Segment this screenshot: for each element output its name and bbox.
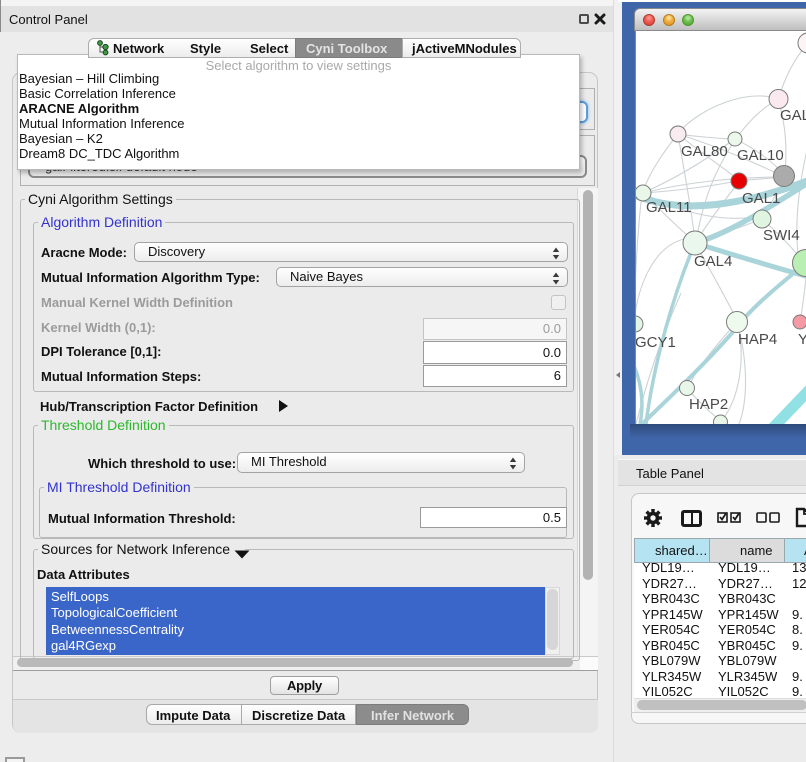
svg-text:GAL2: GAL2 bbox=[780, 107, 806, 124]
svg-text:GAL1: GAL1 bbox=[742, 190, 780, 207]
svg-text:GAL10: GAL10 bbox=[737, 147, 784, 164]
svg-text:HAP2: HAP2 bbox=[689, 396, 728, 413]
svg-text:GAL4: GAL4 bbox=[694, 253, 732, 270]
svg-text:GAL11: GAL11 bbox=[646, 199, 692, 216]
svg-text:GAL80: GAL80 bbox=[681, 143, 728, 160]
svg-text:HAP4: HAP4 bbox=[738, 331, 777, 348]
svg-text:GCY1: GCY1 bbox=[636, 334, 676, 351]
svg-text:SWI4: SWI4 bbox=[763, 227, 800, 244]
svg-text:YP: YP bbox=[798, 331, 806, 348]
